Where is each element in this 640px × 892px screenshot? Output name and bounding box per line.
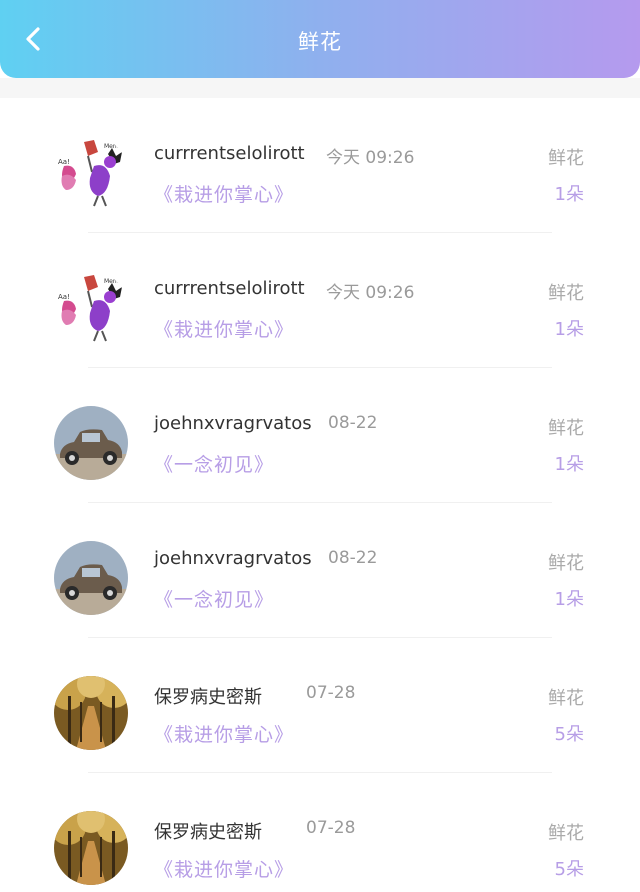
list-item[interactable]: Aa! Meme currrentselolirott 今天 09:26 《栽进…	[0, 233, 640, 368]
gift-type-label: 鲜花	[548, 283, 584, 304]
gift-type-label: 鲜花	[548, 148, 584, 169]
user-name: 保罗病史密斯	[154, 822, 262, 843]
timestamp: 07-28	[306, 683, 356, 703]
list-item[interactable]: joehnxvragrvatos 08-22 《一念初见》 鲜花 1朵	[0, 368, 640, 503]
gift-type-label: 鲜花	[548, 418, 584, 439]
top-bar: 鲜花	[0, 0, 640, 78]
user-name: currrentselolirott	[154, 143, 305, 164]
avatar[interactable]: Aa! Meme	[54, 271, 128, 345]
header-separator	[0, 78, 640, 98]
list-item[interactable]: Aa! Meme currrentselolirott 今天 09:26 《栽进…	[0, 98, 640, 233]
user-name: joehnxvragrvatos	[154, 548, 312, 569]
user-name: joehnxvragrvatos	[154, 413, 312, 434]
book-title[interactable]: 《栽进你掌心》	[154, 315, 294, 342]
svg-text:Meme: Meme	[104, 143, 123, 150]
book-title[interactable]: 《一念初见》	[154, 585, 274, 612]
gift-count: 1朵	[554, 454, 584, 475]
book-title[interactable]: 《栽进你掌心》	[154, 855, 294, 882]
book-title[interactable]: 《栽进你掌心》	[154, 180, 294, 207]
avatar[interactable]	[54, 811, 128, 885]
list-item[interactable]: joehnxvragrvatos 08-22 《一念初见》 鲜花 1朵	[0, 503, 640, 638]
gift-count: 1朵	[554, 184, 584, 205]
svg-text:Aa!: Aa!	[58, 293, 70, 301]
avatar[interactable]	[54, 676, 128, 750]
svg-text:Aa!: Aa!	[58, 158, 70, 166]
avatar[interactable]	[54, 406, 128, 480]
list-item[interactable]: 保罗病史密斯 07-28 《栽进你掌心》 鲜花 5朵	[0, 638, 640, 773]
timestamp: 今天 09:26	[326, 148, 415, 168]
user-name: currrentselolirott	[154, 278, 305, 299]
book-title[interactable]: 《栽进你掌心》	[154, 720, 294, 747]
avatar[interactable]	[54, 541, 128, 615]
list-item[interactable]: 保罗病史密斯 07-28 《栽进你掌心》 鲜花 5朵	[0, 773, 640, 892]
timestamp: 08-22	[328, 548, 378, 568]
book-title[interactable]: 《一念初见》	[154, 450, 274, 477]
gift-type-label: 鲜花	[548, 823, 584, 844]
svg-text:Meme: Meme	[104, 278, 123, 285]
gift-type-label: 鲜花	[548, 688, 584, 709]
flower-gift-list: Aa! Meme currrentselolirott 今天 09:26 《栽进…	[0, 98, 640, 892]
timestamp: 07-28	[306, 818, 356, 838]
avatar[interactable]: Aa! Meme	[54, 136, 128, 210]
gift-type-label: 鲜花	[548, 553, 584, 574]
user-name: 保罗病史密斯	[154, 687, 262, 708]
gift-count: 1朵	[554, 319, 584, 340]
timestamp: 08-22	[328, 413, 378, 433]
gift-count: 5朵	[554, 859, 584, 880]
timestamp: 今天 09:26	[326, 283, 415, 303]
page-title: 鲜花	[298, 30, 342, 54]
gift-count: 5朵	[554, 724, 584, 745]
gift-count: 1朵	[554, 589, 584, 610]
